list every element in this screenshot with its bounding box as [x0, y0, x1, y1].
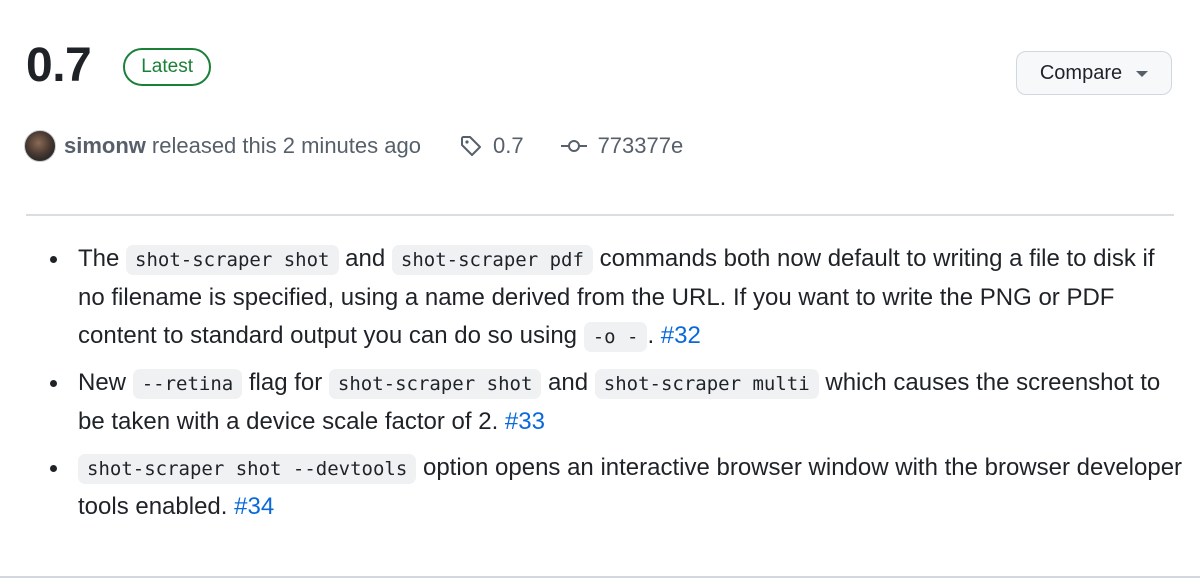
release-note-item: shot-scraper shot --devtools option open…	[50, 449, 1186, 526]
released-time-text: released this 2 minutes ago	[151, 133, 421, 158]
release-notes-list: The shot-scraper shot and shot-scraper p…	[26, 240, 1186, 534]
note-text: New	[78, 369, 133, 396]
latest-badge: Latest	[123, 48, 211, 86]
commit-link[interactable]: 773377e	[598, 133, 684, 159]
tag-icon	[460, 136, 481, 156]
release-note-item: The shot-scraper shot and shot-scraper p…	[50, 240, 1186, 356]
inline-code: -o -	[583, 322, 648, 352]
compare-button[interactable]: Compare	[1016, 51, 1172, 95]
tag-group[interactable]: 0.7	[459, 133, 524, 159]
release-header: 0.7 Latest	[26, 30, 211, 102]
note-text: and	[541, 369, 595, 396]
tag-link[interactable]: 0.7	[493, 133, 524, 159]
note-text: The	[78, 245, 127, 272]
inline-code: --retina	[132, 369, 243, 399]
commit-group[interactable]: 773377e	[560, 133, 684, 159]
note-text: and	[338, 245, 392, 272]
inline-code: shot-scraper shot --devtools	[78, 454, 417, 484]
release-version-title[interactable]: 0.7	[26, 30, 92, 102]
release-note-item: New --retina flag for shot-scraper shot …	[50, 364, 1186, 441]
note-text: flag for	[242, 369, 329, 396]
release-meta: simonw released this 2 minutes ago 0.7 7…	[24, 128, 683, 164]
issue-link[interactable]: #32	[661, 322, 701, 349]
release-card: 0.7 Latest Compare simonw released this …	[0, 0, 1200, 578]
inline-code: shot-scraper multi	[594, 369, 819, 399]
git-commit-icon	[560, 140, 587, 152]
author-avatar[interactable]	[24, 130, 56, 162]
author-link[interactable]: simonw	[64, 133, 146, 159]
issue-link[interactable]: #34	[234, 493, 274, 520]
note-text: .	[647, 322, 661, 349]
inline-code: shot-scraper shot	[328, 369, 542, 399]
inline-code: shot-scraper pdf	[391, 245, 593, 275]
inline-code: shot-scraper shot	[126, 245, 339, 275]
issue-link[interactable]: #33	[505, 408, 545, 435]
chevron-down-icon	[1136, 71, 1149, 77]
compare-label: Compare	[1039, 61, 1123, 84]
divider	[26, 214, 1174, 216]
